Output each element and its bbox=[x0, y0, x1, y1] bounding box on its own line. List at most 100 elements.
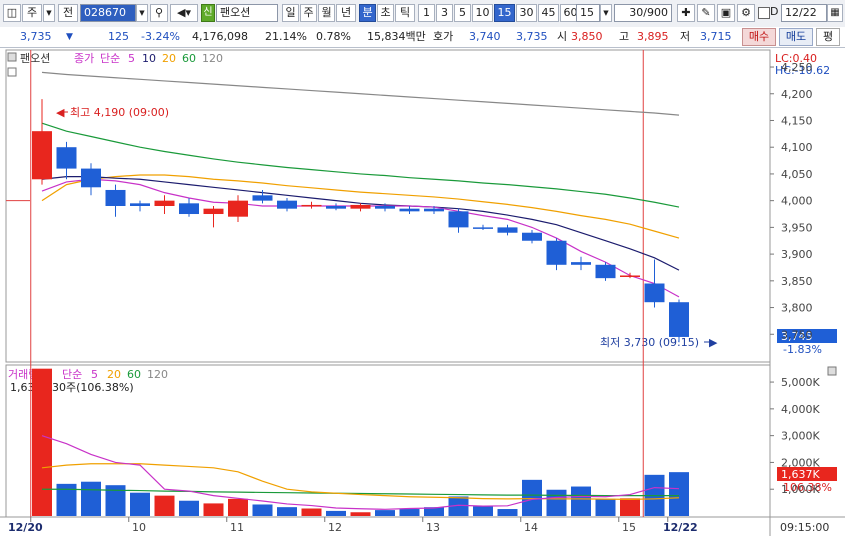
volume-tick-label: 5,000K bbox=[781, 376, 820, 389]
volume-bar bbox=[522, 479, 542, 516]
x-tick-label: 10 bbox=[132, 521, 146, 534]
interval-1-button[interactable]: 1 bbox=[418, 4, 435, 22]
price-tick-label: 3,800 bbox=[781, 302, 813, 315]
evaluate-button[interactable]: 평 bbox=[816, 28, 840, 46]
current-price: 3,735 bbox=[20, 30, 52, 43]
volume-bar bbox=[154, 495, 175, 516]
sound-icon[interactable]: ◀▾ bbox=[170, 4, 198, 22]
candle-body bbox=[497, 227, 518, 233]
price-tick-label: 4,150 bbox=[781, 114, 813, 127]
grid-toggle-icon[interactable] bbox=[7, 67, 17, 77]
price-tick-label: 3,850 bbox=[781, 275, 813, 288]
volume-bar bbox=[228, 498, 248, 516]
interval-45-button[interactable]: 45 bbox=[538, 4, 559, 22]
low-note: 최저 3,730 (09:15) bbox=[600, 336, 699, 349]
volume-bar bbox=[277, 507, 297, 516]
volume-value-label: 1,637,830주(106.38%) bbox=[10, 381, 134, 394]
volume-bar bbox=[301, 508, 322, 516]
volume-bar bbox=[350, 512, 371, 516]
legend-ma120: 120 bbox=[202, 52, 223, 65]
interval-10-button[interactable]: 10 bbox=[472, 4, 493, 22]
interval-dropdown-icon[interactable]: ▼ bbox=[600, 4, 612, 22]
candle-body bbox=[32, 131, 52, 180]
market-select[interactable]: 주 bbox=[22, 4, 42, 22]
price-legend-close: 종가 bbox=[74, 52, 94, 65]
period-day-button[interactable]: 일 bbox=[282, 4, 299, 22]
candle-body bbox=[620, 275, 640, 277]
sell-button[interactable]: 매도 bbox=[779, 28, 813, 46]
interval-15-button[interactable]: 15 bbox=[494, 4, 515, 22]
vlegend-ma60: 60 bbox=[127, 368, 141, 381]
period-tick-button[interactable]: 틱 bbox=[395, 4, 415, 22]
crosshair-icon[interactable]: ✚ bbox=[677, 4, 695, 22]
window-menu-icon[interactable]: ◫ bbox=[3, 4, 21, 22]
candle-body bbox=[571, 262, 591, 265]
price-tick-label: 4,000 bbox=[781, 195, 813, 208]
candle-body bbox=[375, 206, 395, 209]
search-icon[interactable]: ⚲ bbox=[150, 4, 168, 22]
candle-body bbox=[522, 232, 542, 241]
chart-toolbar: ◫ 주 ▼ 전 028670 ▼ ⚲ ◀▾ 신 팬오션 일 주 월 년 분 초 … bbox=[0, 0, 845, 28]
interval-3-button[interactable]: 3 bbox=[436, 4, 453, 22]
low-arrow-icon: ▶ bbox=[709, 336, 718, 349]
settings-icon[interactable]: ⚙ bbox=[737, 4, 755, 22]
volume-bar bbox=[203, 503, 224, 516]
candle-body bbox=[669, 302, 689, 337]
period-week-button[interactable]: 주 bbox=[300, 4, 317, 22]
price-tick-label: 4,250 bbox=[781, 61, 813, 74]
code-type-label: 전 bbox=[62, 6, 74, 19]
stock-code-input[interactable]: 028670 bbox=[80, 4, 136, 22]
chart-svg[interactable]: 팬오션 종가 단순 5 10 20 60 120 LC:0.40 HC:-10.… bbox=[0, 48, 845, 536]
current-volume-badge-text: 1,637K bbox=[781, 468, 820, 481]
candle-body bbox=[277, 200, 297, 209]
legend-ma60: 60 bbox=[182, 52, 196, 65]
date-checkbox-label: D bbox=[770, 5, 779, 18]
interval-30-button[interactable]: 30 bbox=[516, 4, 537, 22]
candle-body bbox=[448, 211, 469, 228]
calendar-icon[interactable]: ▦ bbox=[827, 4, 843, 22]
volume-bar bbox=[81, 481, 101, 516]
candle-body bbox=[56, 147, 77, 169]
volume-tick-label: 4,000K bbox=[781, 403, 820, 416]
market-dropdown-icon[interactable]: ▼ bbox=[43, 4, 55, 22]
candle-body bbox=[644, 283, 665, 303]
count-input[interactable]: 30/900 bbox=[614, 4, 672, 22]
volume-bar bbox=[399, 509, 420, 516]
trade-amount: 15,834백만 bbox=[367, 30, 426, 43]
low-label: 저 bbox=[680, 30, 691, 43]
code-type-select[interactable]: 전 bbox=[58, 4, 78, 22]
interval-5-button[interactable]: 5 bbox=[454, 4, 471, 22]
volume-bar bbox=[546, 489, 567, 516]
turnover-percent: 21.14% bbox=[265, 30, 307, 43]
volume-bar bbox=[130, 492, 150, 516]
volume-panel-close-icon[interactable] bbox=[827, 366, 837, 376]
save-icon[interactable]: ▣ bbox=[717, 4, 735, 22]
volume-bar bbox=[375, 510, 395, 516]
volume-tick-label: 3,000K bbox=[781, 430, 820, 443]
credit-badge: 신 bbox=[201, 4, 215, 22]
candle-body bbox=[546, 240, 567, 265]
period-month-button[interactable]: 월 bbox=[318, 4, 335, 22]
period-year-button[interactable]: 년 bbox=[336, 4, 356, 22]
period-second-button[interactable]: 초 bbox=[377, 4, 394, 22]
date-checkbox[interactable] bbox=[758, 7, 770, 19]
legend-ma20: 20 bbox=[162, 52, 176, 65]
code-dropdown-icon[interactable]: ▼ bbox=[136, 4, 148, 22]
market-select-label: 주 bbox=[26, 6, 38, 19]
period-minute-button[interactable]: 분 bbox=[359, 4, 376, 22]
high-note: 최고 4,190 (09:00) bbox=[70, 106, 169, 119]
volume-bar bbox=[620, 498, 640, 516]
chart-area[interactable]: 팬오션 종가 단순 5 10 20 60 120 LC:0.40 HC:-10.… bbox=[0, 48, 845, 536]
buy-button[interactable]: 매수 bbox=[742, 28, 776, 46]
panel-menu-icon[interactable] bbox=[7, 52, 17, 62]
line-tool-icon[interactable]: ✎ bbox=[697, 4, 715, 22]
date-input[interactable]: 12/22 bbox=[781, 4, 827, 22]
candle-body bbox=[203, 208, 224, 215]
interval-input[interactable]: 15 bbox=[576, 4, 600, 22]
price-legend-name: 팬오션 bbox=[20, 52, 50, 65]
change-percent: -3.24% bbox=[141, 30, 180, 43]
candle-body bbox=[301, 204, 322, 207]
price-change: 125 bbox=[108, 30, 129, 43]
volume-bar bbox=[32, 368, 52, 516]
legend-ma5: 5 bbox=[128, 52, 135, 65]
